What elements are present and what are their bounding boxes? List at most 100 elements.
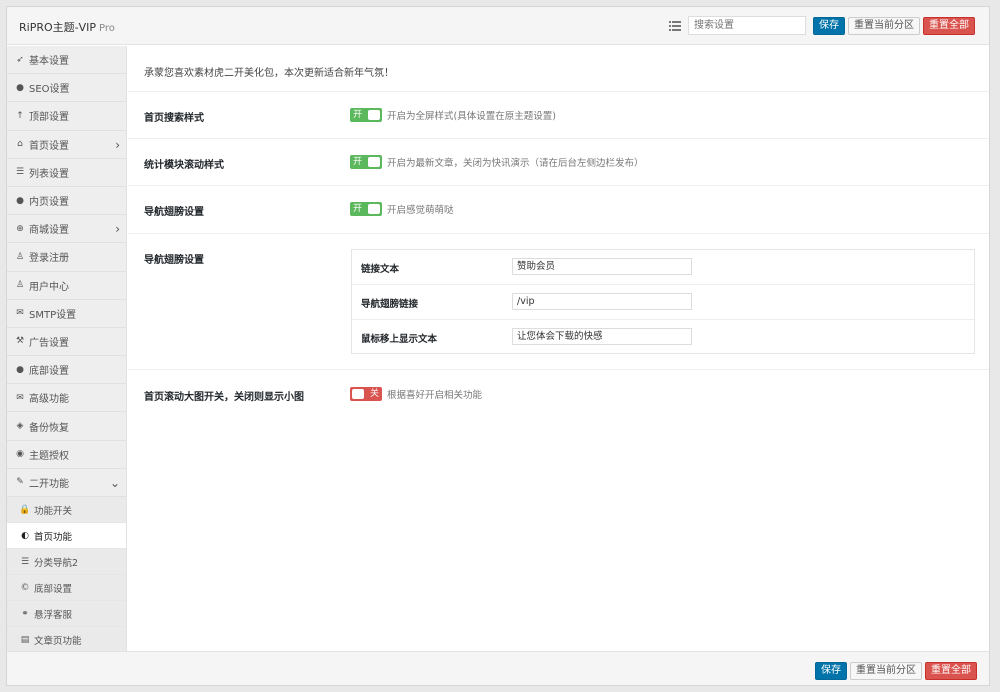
link-text-input[interactable]: 赞助会员 (512, 258, 692, 275)
sidebar-item[interactable]: ● 内页设置 (7, 187, 126, 216)
sidebar-subitem-label: 首页功能 (34, 531, 73, 543)
circle-icon: ● (16, 195, 24, 206)
sidebar-item-label: SMTP设置 (29, 309, 77, 321)
brand-title: RiPRO主题-VIP Pro (19, 19, 115, 35)
sidebar-item[interactable]: ⚒ 广告设置 (7, 328, 126, 357)
chevron-icon[interactable]: › (115, 138, 120, 152)
field-label: 鼠标移上显示文本 (361, 334, 438, 345)
sidebar-item[interactable]: ● SEO设置 (7, 74, 126, 103)
toggle-state: 开 (353, 204, 363, 214)
sidebar-item[interactable]: ◉ 主题授权 (7, 441, 126, 469)
save-button[interactable]: 保存 (815, 662, 847, 680)
list-icon: ☰ (15, 167, 25, 178)
sidebar-item-label: 商城设置 (29, 225, 69, 237)
sidebar-item[interactable]: ⊕ 商城设置 › (7, 215, 126, 244)
link-icon: ⚭ (21, 608, 29, 619)
sidebar-item-label: 主题授权 (29, 450, 69, 462)
sidebar-subitem-label: 功能开关 (34, 505, 73, 517)
link-url-input[interactable]: /vip (512, 293, 692, 310)
sidebar-subitem-label: 文章页功能 (34, 635, 82, 647)
fieldset-group: 链接文本 赞助会员 导航翅膀链接 /vip 鼠标移上显示文本 让您体会下载的快感 (351, 249, 975, 354)
sidebar-item[interactable]: ☰ 列表设置 (7, 159, 126, 187)
setting-row: 导航翅膀设置 开 开启感觉萌萌哒 (128, 186, 989, 234)
sidebar-item-label: 登录注册 (29, 253, 69, 265)
fieldset-row: 鼠标移上显示文本 让您体会下载的快感 (352, 320, 974, 355)
setting-row: 统计模块滚动样式 开 开启为最新文章，关闭为快讯演示（请在后台左侧边栏发布） (128, 139, 989, 186)
intro-text: 承蒙您喜欢素材虎二开美化包，本次更新适合新年气氛！ (128, 46, 989, 92)
sidebar-subitem[interactable]: © 底部设置 (7, 575, 126, 601)
sidebar-item[interactable]: ◈ 备份恢复 (7, 412, 126, 441)
chevron-icon[interactable]: ⌄ (110, 476, 120, 490)
sidebar-item[interactable]: ✉ SMTP设置 (7, 300, 126, 328)
field-label: 导航翅膀链接 (361, 299, 419, 310)
setting-hint: 开启为全屏样式(具体设置在原主题设置) (387, 111, 556, 122)
reset-section-button[interactable]: 重置当前分区 (850, 662, 922, 680)
sidebar-item[interactable]: ✎ 二开功能 ⌄ (7, 469, 126, 497)
toggle-switch[interactable]: 关 (350, 387, 382, 401)
sidebar-subitem[interactable]: ◐ 首页功能 (7, 523, 126, 549)
sidebar-item-label: 列表设置 (29, 168, 69, 180)
toggle-state: 关 (369, 389, 379, 399)
sidebar-subitem[interactable]: ☰ 分类导航2 (7, 549, 126, 575)
shield-icon: ◈ (16, 421, 24, 432)
sidebar-item-label: 用户中心 (29, 281, 69, 293)
sidebar-item-label: 二开功能 (29, 478, 69, 490)
main-content: 承蒙您喜欢素材虎二开美化包，本次更新适合新年气氛！ 首页搜索样式 开 开启为全屏… (128, 46, 989, 652)
sidebar-item-label: 内页设置 (29, 197, 69, 209)
reset-all-button[interactable]: 重置全部 (925, 662, 977, 680)
list-icon[interactable] (668, 19, 682, 33)
dashboard-icon: ◐ (21, 530, 29, 541)
reset-all-button[interactable]: 重置全部 (923, 16, 975, 35)
book-icon: ▤ (20, 634, 30, 645)
toggle-switch[interactable]: 开 (350, 155, 382, 169)
search-input[interactable] (688, 16, 806, 35)
circle-icon: ● (16, 364, 24, 375)
toggle-switch[interactable]: 开 (350, 202, 382, 216)
user-icon: ♙ (15, 251, 25, 262)
sidebar-item-label: 广告设置 (29, 337, 69, 349)
sidebar-item-label: 首页设置 (29, 140, 69, 152)
sidebar-item-label: SEO设置 (29, 84, 70, 96)
sidebar-subitem[interactable]: ⚭ 悬浮客服 (7, 601, 126, 627)
lock-icon: 🔒 (19, 504, 31, 515)
chevron-icon[interactable]: › (115, 222, 120, 236)
sidebar-item[interactable]: ↑ 顶部设置 (7, 102, 126, 131)
setting-label: 导航翅膀设置 (144, 255, 204, 266)
rocket-icon: ➶ (16, 54, 24, 65)
sidebar-item[interactable]: ♙ 用户中心 (7, 272, 126, 300)
setting-hint: 开启为最新文章，关闭为快讯演示（请在后台左侧边栏发布） (387, 158, 644, 169)
setting-row-group: 导航翅膀设置 链接文本 赞助会员 导航翅膀链接 /vip 鼠标移上显示文本 让您… (128, 234, 989, 370)
setting-hint: 根据喜好开启相关功能 (387, 390, 483, 401)
save-button[interactable]: 保存 (813, 16, 845, 35)
user-icon: ♙ (15, 280, 25, 291)
copyright-icon: © (20, 582, 30, 593)
arrow-up-icon: ↑ (16, 110, 24, 121)
fieldset-row: 导航翅膀链接 /vip (352, 285, 974, 320)
toggle-switch[interactable]: 开 (350, 108, 382, 122)
header: RiPRO主题-VIPPro 保存 重置当前分区 重置全部 (7, 7, 989, 45)
brand-suffix: Pro (99, 23, 115, 34)
sidebar-item[interactable]: ♙ 登录注册 (7, 243, 126, 272)
list-icon: ☰ (20, 556, 30, 567)
eye-icon: ◉ (16, 449, 24, 460)
gavel-icon: ⚒ (15, 336, 25, 347)
hover-text-input[interactable]: 让您体会下载的快感 (512, 328, 692, 345)
toggle-state: 开 (353, 157, 363, 167)
sidebar-item[interactable]: ➶ 基本设置 (7, 46, 126, 75)
sidebar-subitem-label: 悬浮客服 (34, 609, 73, 621)
fieldset-row: 链接文本 赞助会员 (352, 250, 974, 285)
reset-section-button[interactable]: 重置当前分区 (848, 16, 920, 35)
sidebar-item[interactable]: ✉ 高级功能 (7, 384, 126, 413)
brand-name: RiPRO主题-VIP (19, 21, 97, 34)
plus-circle-icon: ⊕ (16, 223, 24, 234)
sidebar-item[interactable]: ⌂ 首页设置 › (7, 131, 126, 159)
sidebar-subitem[interactable]: 🔒 功能开关 (7, 497, 126, 523)
sidebar-item[interactable]: ● 底部设置 (7, 356, 126, 385)
setting-label: 首页搜索样式 (144, 113, 204, 124)
sidebar-subitem[interactable]: ▤ 文章页功能 (7, 627, 126, 653)
setting-label: 首页滚动大图开关，关闭则显示小图 (144, 392, 304, 403)
sidebar-item-label: 备份恢复 (29, 422, 69, 434)
sidebar-item-label: 高级功能 (29, 394, 69, 406)
toggle-state: 开 (353, 110, 363, 120)
setting-label: 统计模块滚动样式 (144, 160, 224, 171)
